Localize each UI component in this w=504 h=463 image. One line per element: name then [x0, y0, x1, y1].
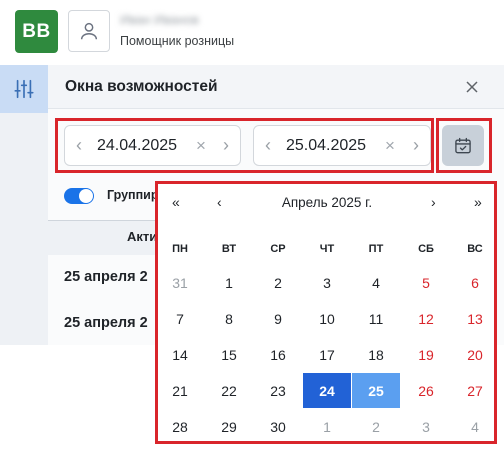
weekday-label: ВТ: [221, 243, 237, 255]
calendar-day[interactable]: 16: [254, 337, 302, 372]
calendar-day[interactable]: 9: [254, 301, 302, 336]
clear-icon[interactable]: ×: [381, 136, 399, 156]
date-to-field[interactable]: ‹ 25.04.2025 × ›: [253, 125, 431, 166]
calendar-day[interactable]: 21: [156, 373, 204, 408]
calendar-day[interactable]: 7: [156, 301, 204, 336]
table-header-label: Акти: [127, 229, 158, 244]
table-row[interactable]: 25 апреля 2: [64, 269, 148, 285]
next-month-button[interactable]: ›: [431, 194, 436, 210]
calendar-day[interactable]: 24: [303, 373, 351, 408]
calendar-check-icon: [455, 137, 471, 153]
weekday-label: ЧТ: [319, 243, 335, 255]
calendar-day[interactable]: 31: [156, 265, 204, 300]
calendar-day[interactable]: 11: [352, 301, 400, 336]
calendar-day[interactable]: 4: [352, 265, 400, 300]
group-toggle-label: Группир: [107, 188, 159, 202]
user-avatar[interactable]: [68, 10, 110, 52]
calendar-day[interactable]: 26: [402, 373, 450, 408]
calendar-day[interactable]: 28: [156, 409, 204, 444]
prev-year-button[interactable]: «: [172, 194, 180, 210]
calendar-day[interactable]: 13: [451, 301, 499, 336]
calendar-day[interactable]: 3: [303, 265, 351, 300]
weekday-label: ПН: [172, 243, 188, 255]
chevron-right-icon[interactable]: ›: [218, 136, 234, 156]
user-name: Иван Иванов: [120, 12, 199, 27]
calendar-month-label[interactable]: Апрель 2025 г.: [240, 195, 414, 210]
close-button[interactable]: [460, 76, 484, 98]
close-icon: [466, 81, 478, 93]
calendar-day[interactable]: 30: [254, 409, 302, 444]
toggle-knob: [79, 189, 93, 203]
calendar-day[interactable]: 3: [402, 409, 450, 444]
calendar-day[interactable]: 1: [303, 409, 351, 444]
user-icon: [80, 22, 98, 40]
calendar-day[interactable]: 8: [205, 301, 253, 336]
app-logo[interactable]: BB: [15, 10, 58, 53]
panel-title: Окна возможностей: [65, 78, 218, 95]
calendar-button[interactable]: [442, 125, 484, 166]
chevron-left-icon[interactable]: ‹: [71, 136, 87, 156]
calendar-day[interactable]: 2: [352, 409, 400, 444]
date-from-value[interactable]: 24.04.2025: [97, 137, 177, 155]
weekday-label: ВС: [467, 243, 483, 255]
calendar-day[interactable]: 6: [451, 265, 499, 300]
calendar-day[interactable]: 10: [303, 301, 351, 336]
calendar-day[interactable]: 2: [254, 265, 302, 300]
table-row[interactable]: 25 апреля 2: [64, 315, 148, 331]
calendar-day[interactable]: 18: [352, 337, 400, 372]
weekday-label: СР: [270, 243, 286, 255]
chevron-right-icon[interactable]: ›: [408, 136, 424, 156]
date-from-field[interactable]: ‹ 24.04.2025 × ›: [64, 125, 241, 166]
group-toggle[interactable]: [64, 188, 94, 204]
prev-month-button[interactable]: ‹: [217, 194, 222, 210]
calendar-day[interactable]: 5: [402, 265, 450, 300]
calendar-day[interactable]: 23: [254, 373, 302, 408]
calendar-day[interactable]: 17: [303, 337, 351, 372]
weekday-label: ПТ: [368, 243, 384, 255]
calendar-day[interactable]: 12: [402, 301, 450, 336]
weekday-label: СБ: [418, 243, 434, 255]
user-role: Помощник розницы: [120, 34, 235, 48]
calendar-day[interactable]: 19: [402, 337, 450, 372]
calendar-day[interactable]: 22: [205, 373, 253, 408]
calendar-day[interactable]: 15: [205, 337, 253, 372]
calendar-day[interactable]: 25: [352, 373, 400, 408]
filters-button[interactable]: [0, 65, 48, 113]
calendar-day[interactable]: 29: [205, 409, 253, 444]
chevron-left-icon[interactable]: ‹: [260, 136, 276, 156]
calendar-day[interactable]: 14: [156, 337, 204, 372]
calendar-day[interactable]: 20: [451, 337, 499, 372]
next-year-button[interactable]: »: [474, 194, 482, 210]
sliders-icon: [14, 79, 34, 99]
calendar-day[interactable]: 4: [451, 409, 499, 444]
calendar-day[interactable]: 27: [451, 373, 499, 408]
calendar-day[interactable]: 1: [205, 265, 253, 300]
clear-icon[interactable]: ×: [192, 136, 210, 156]
date-to-value[interactable]: 25.04.2025: [286, 137, 366, 155]
